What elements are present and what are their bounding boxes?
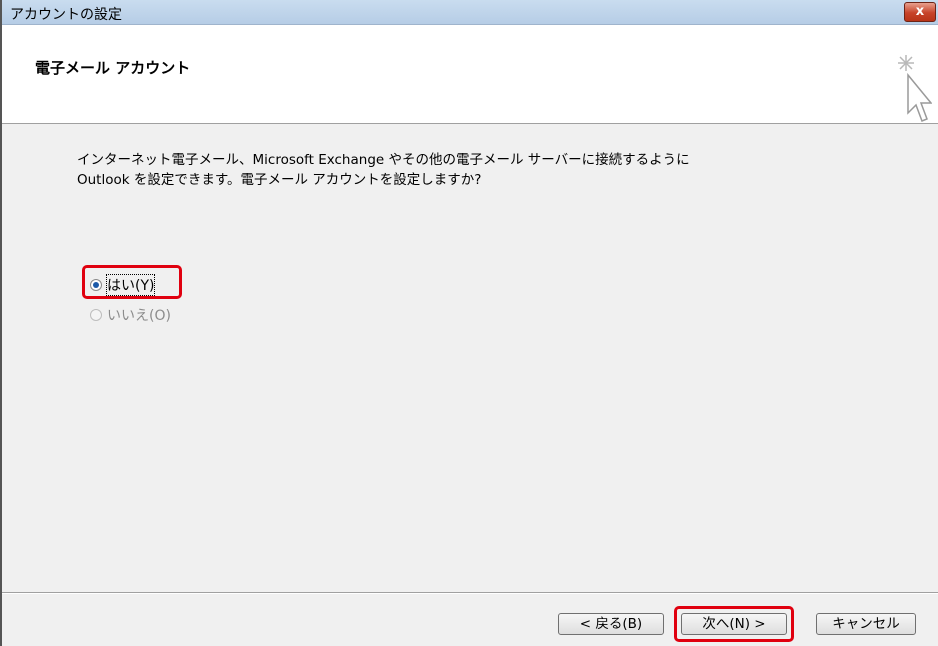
yes-radio-option[interactable]: はい(Y) bbox=[90, 274, 156, 296]
window-title: アカウントの設定 bbox=[10, 7, 122, 23]
description-line-1: インターネット電子メール、Microsoft Exchange やその他の電子メ… bbox=[77, 152, 690, 168]
next-button[interactable]: 次へ(N) > bbox=[681, 613, 787, 635]
back-button[interactable]: < 戻る(B) bbox=[558, 613, 664, 635]
no-radio-label: いいえ(O) bbox=[107, 308, 171, 324]
yes-radio-label[interactable]: はい(Y) bbox=[105, 274, 156, 296]
no-radio-button bbox=[90, 309, 102, 321]
sparkle-cursor-icon bbox=[898, 55, 932, 122]
description-text: インターネット電子メール、Microsoft Exchange やその他の電子メ… bbox=[77, 150, 690, 190]
title-bar: アカウントの設定 x bbox=[2, 0, 938, 25]
dialog-header: 電子メール アカウント bbox=[2, 25, 938, 124]
page-title: 電子メール アカウント bbox=[35, 59, 191, 77]
close-button[interactable]: x bbox=[904, 2, 936, 22]
footer-divider-highlight bbox=[2, 593, 938, 594]
yes-radio-button[interactable] bbox=[90, 279, 102, 291]
cancel-button[interactable]: キャンセル bbox=[816, 613, 916, 635]
close-icon: x bbox=[915, 4, 925, 19]
no-radio-option: いいえ(O) bbox=[90, 305, 171, 325]
account-settings-dialog: アカウントの設定 x 電子メール アカウント インターネット電子メール、Micr… bbox=[0, 0, 938, 646]
description-line-2: Outlook を設定できます。電子メール アカウントを設定しますか? bbox=[77, 172, 482, 188]
dialog-body: インターネット電子メール、Microsoft Exchange やその他の電子メ… bbox=[2, 124, 938, 588]
